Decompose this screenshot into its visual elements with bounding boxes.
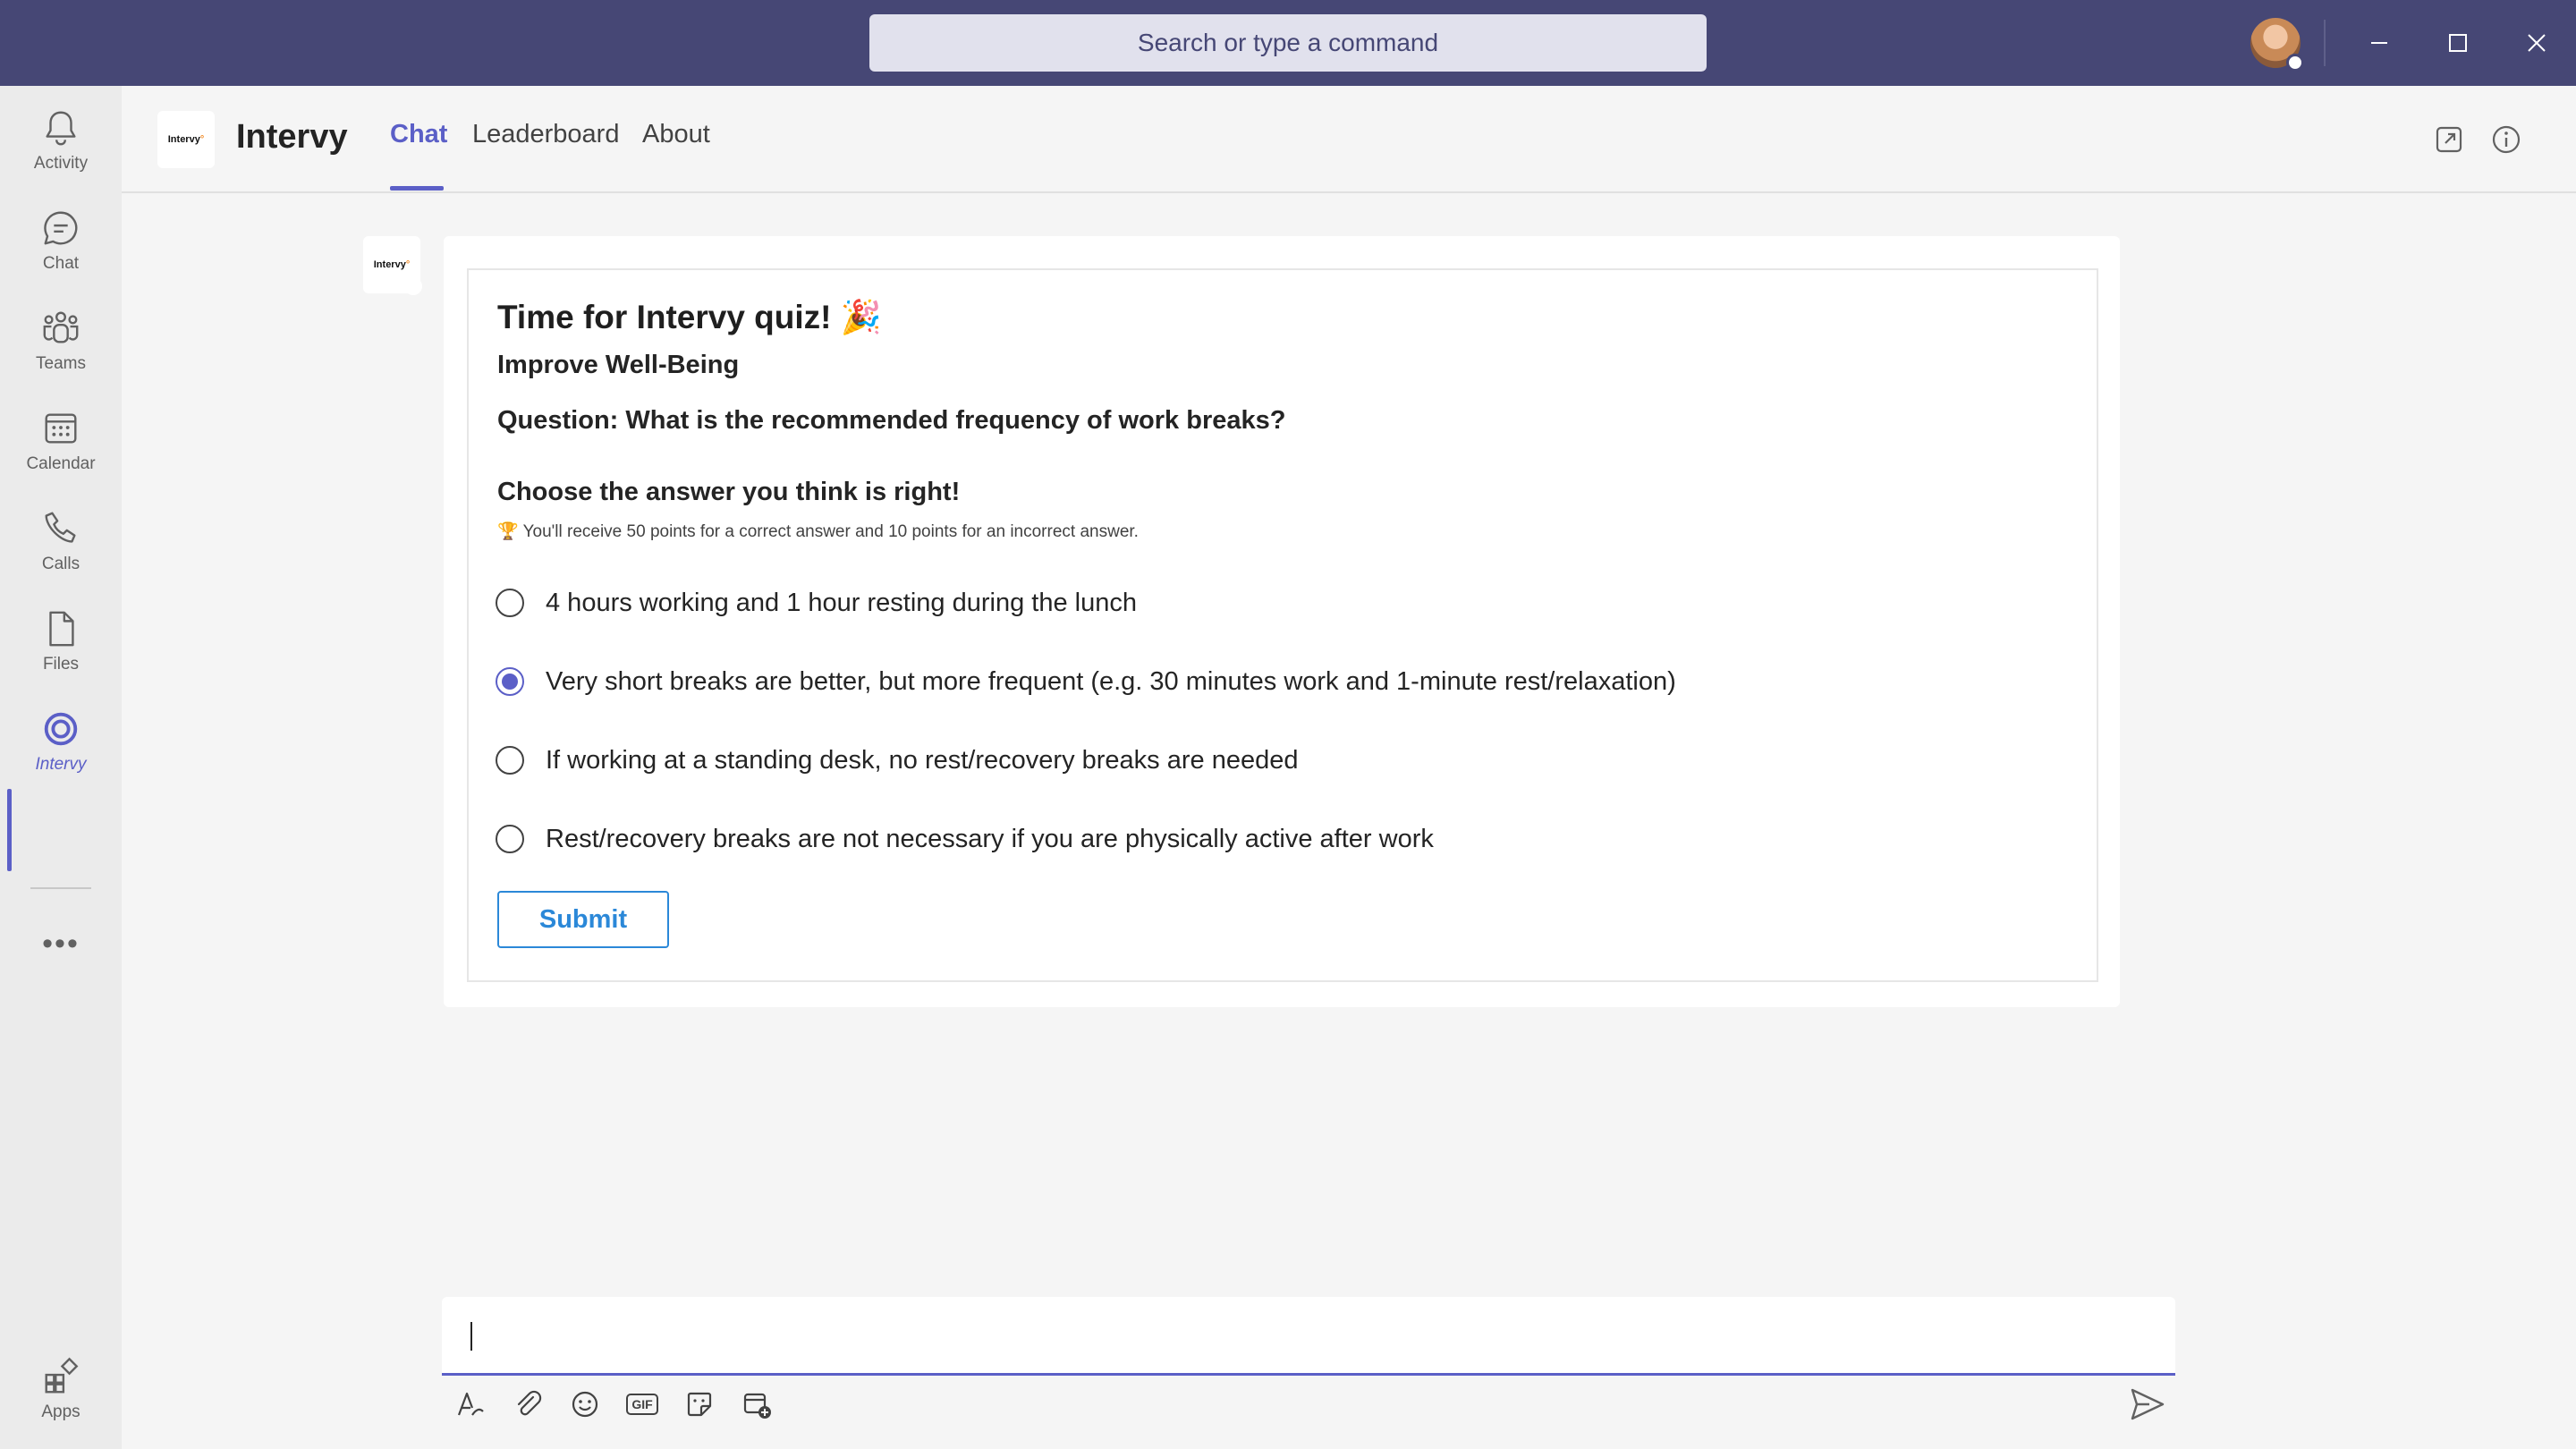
answer-label: 4 hours working and 1 hour resting durin…	[546, 588, 1137, 617]
minimize-button[interactable]	[2358, 21, 2401, 64]
rail-item-teams[interactable]: Teams	[0, 308, 122, 401]
bell-icon	[46, 111, 76, 146]
logo-dot: °	[405, 259, 411, 270]
answer-label: If working at a standing desk, no rest/r…	[546, 745, 1299, 775]
format-button[interactable]	[451, 1385, 490, 1424]
title-divider	[2324, 20, 2326, 66]
submit-button[interactable]: Submit	[497, 891, 669, 948]
rail-item-files[interactable]: Files	[0, 608, 122, 701]
answer-option[interactable]: If working at a standing desk, no rest/r…	[496, 741, 1298, 780]
phone-icon	[45, 512, 76, 543]
logo-text: Intervy	[167, 134, 200, 145]
rail-item-activity[interactable]: Activity	[0, 107, 122, 200]
tab-chat[interactable]: Chat	[390, 120, 447, 149]
sticker-button[interactable]	[680, 1385, 719, 1424]
send-button[interactable]	[2127, 1385, 2166, 1424]
gif-button[interactable]: GIF	[623, 1385, 662, 1424]
app-name: Intervy	[236, 118, 348, 156]
app-logo: Intervy °	[157, 111, 215, 168]
answer-option[interactable]: 4 hours working and 1 hour resting durin…	[496, 583, 1137, 623]
left-rail: Activity Chat Teams Calendar Calls Files…	[0, 86, 122, 1449]
radio-button-selected[interactable]	[496, 667, 524, 696]
gif-icon: GIF	[626, 1394, 658, 1415]
rail-item-label: Calls	[41, 555, 80, 573]
quiz-question: Question: What is the recommended freque…	[497, 406, 1286, 435]
rail-item-label: Intervy	[35, 755, 87, 774]
rail-item-calendar[interactable]: Calendar	[0, 408, 122, 501]
rail-item-label: Files	[42, 655, 80, 674]
compose-box[interactable]	[442, 1297, 2175, 1376]
radio-button[interactable]	[496, 746, 524, 775]
bot-status-indicator	[404, 277, 422, 295]
file-icon	[49, 611, 74, 647]
presence-indicator	[2286, 54, 2304, 72]
active-tab-underline	[390, 186, 444, 191]
rail-item-label: Chat	[42, 254, 80, 273]
search-input[interactable]: Search or type a command	[869, 14, 1707, 72]
radio-button[interactable]	[496, 589, 524, 617]
rail-item-chat[interactable]: Chat	[0, 208, 122, 301]
more-apps-button[interactable]: •••	[0, 927, 122, 962]
attach-button[interactable]	[508, 1385, 547, 1424]
close-button[interactable]	[2515, 21, 2558, 64]
format-icon	[457, 1392, 484, 1416]
emoji-button[interactable]	[565, 1385, 605, 1424]
rail-item-calls[interactable]: Calls	[0, 508, 122, 601]
info-icon	[2492, 125, 2521, 154]
popout-icon	[2436, 126, 2462, 153]
maximize-icon	[2449, 34, 2467, 52]
chat-icon	[44, 211, 78, 245]
schedule-meeting-icon	[743, 1393, 771, 1419]
answer-label: Rest/recovery breaks are not necessary i…	[546, 824, 1434, 853]
send-icon	[2131, 1388, 2165, 1420]
choose-heading: Choose the answer you think is right!	[497, 478, 961, 506]
text-caret	[470, 1322, 472, 1351]
rail-item-apps[interactable]: Apps	[0, 1356, 122, 1449]
answer-option[interactable]: Very short breaks are better, but more f…	[496, 662, 1676, 701]
rail-item-label: Teams	[36, 354, 86, 373]
schedule-meeting-button[interactable]	[737, 1385, 776, 1424]
quiz-card: Time for Intervy quiz! 🎉 Improve Well-Be…	[467, 268, 2098, 982]
rail-item-intervy[interactable]: Intervy	[0, 708, 122, 801]
emoji-icon	[572, 1391, 598, 1418]
info-button[interactable]	[2490, 123, 2522, 156]
user-avatar[interactable]	[2250, 18, 2304, 72]
points-note: 🏆 You'll receive 50 points for a correct…	[497, 522, 1139, 541]
close-icon	[2528, 34, 2546, 52]
card-title: Time for Intervy quiz! 🎉	[497, 299, 882, 335]
radio-button[interactable]	[496, 825, 524, 853]
tab-about[interactable]: About	[642, 120, 710, 149]
intervy-icon	[44, 712, 78, 746]
apps-icon	[45, 1357, 79, 1394]
rail-divider	[30, 887, 91, 889]
app-header: Intervy ° Intervy Chat Leaderboard About	[122, 86, 2576, 193]
teams-icon	[43, 311, 79, 343]
calendar-icon	[45, 413, 77, 444]
rail-item-label: Activity	[33, 154, 89, 173]
maximize-button[interactable]	[2436, 21, 2479, 64]
answer-option[interactable]: Rest/recovery breaks are not necessary i…	[496, 819, 1434, 859]
rail-item-label: Calendar	[26, 454, 96, 473]
logo-dot: °	[199, 134, 205, 145]
popout-button[interactable]	[2433, 123, 2465, 156]
logo-text: Intervy	[373, 259, 406, 270]
sticker-icon	[687, 1392, 712, 1417]
rail-item-label: Apps	[41, 1402, 80, 1421]
answer-label: Very short breaks are better, but more f…	[546, 666, 1676, 696]
paperclip-icon	[517, 1390, 542, 1416]
card-subtitle: Improve Well-Being	[497, 351, 740, 379]
tab-leaderboard[interactable]: Leaderboard	[472, 120, 619, 149]
minimize-icon	[2371, 42, 2387, 44]
title-bar: Search or type a command	[0, 0, 2576, 86]
